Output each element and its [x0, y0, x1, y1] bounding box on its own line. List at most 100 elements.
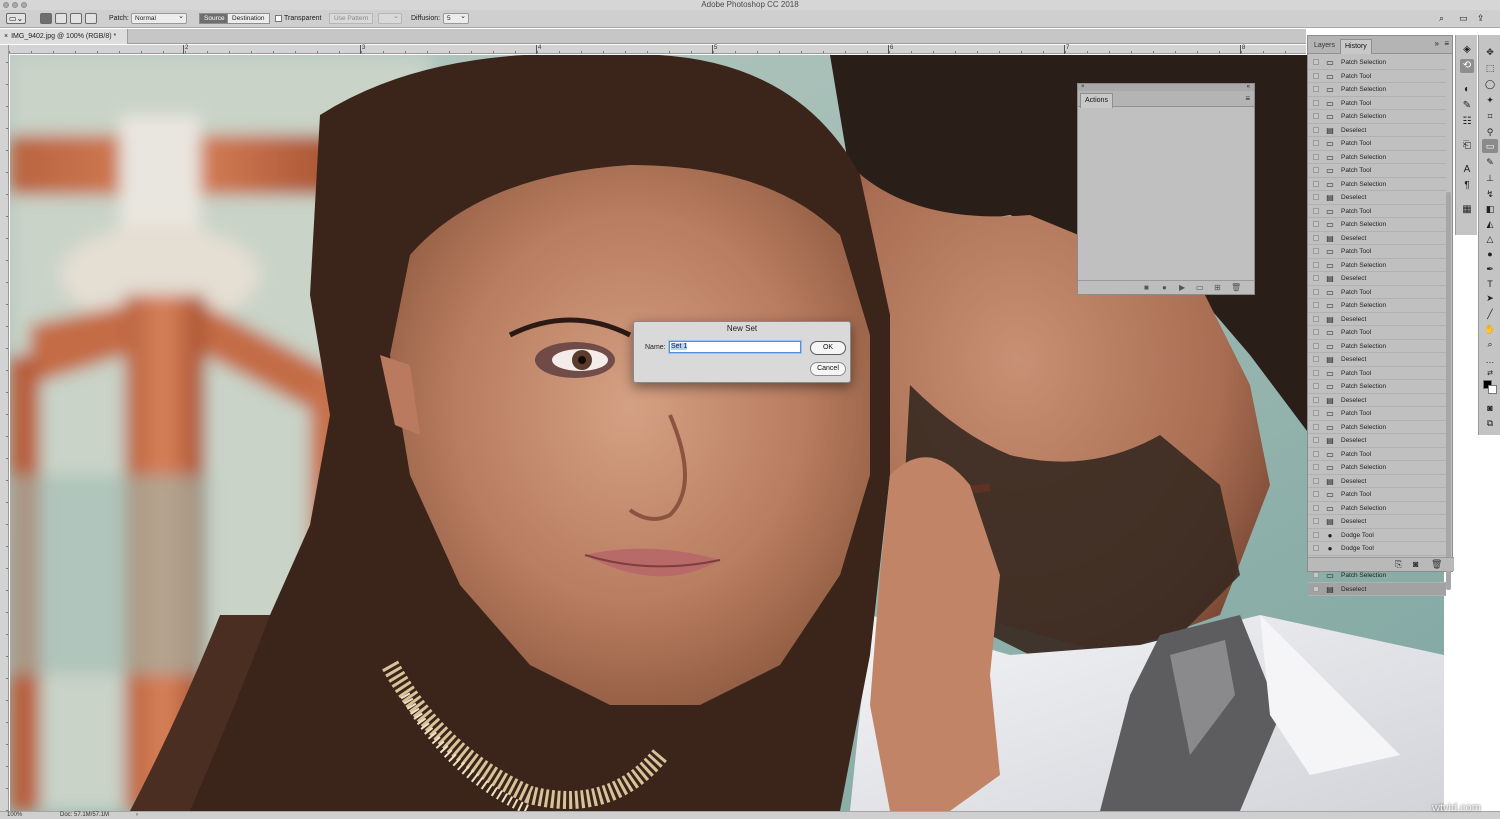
- source-button[interactable]: Source: [199, 13, 230, 24]
- actions-panel-titlebar[interactable]: × «: [1078, 84, 1254, 91]
- history-brush-source-checkbox[interactable]: [1313, 72, 1319, 79]
- ok-button[interactable]: OK: [810, 341, 846, 355]
- history-brush-source-checkbox[interactable]: [1313, 383, 1319, 389]
- history-state[interactable]: ▭ Patch Selection: [1308, 502, 1446, 515]
- history-state[interactable]: ▤ Deselect: [1308, 191, 1446, 205]
- close-panel-icon[interactable]: ×: [1081, 84, 1085, 90]
- history-state[interactable]: ▭ Patch Selection: [1308, 340, 1446, 353]
- history-state[interactable]: ▭ Patch Tool: [1308, 164, 1446, 178]
- history-brush-source-checkbox[interactable]: [1313, 423, 1319, 430]
- history-brush-source-checkbox[interactable]: [1313, 113, 1319, 119]
- tab-history[interactable]: History: [1340, 39, 1372, 54]
- history-state[interactable]: ▭ Patch Selection: [1308, 151, 1446, 164]
- history-brush-source-checkbox[interactable]: [1313, 234, 1319, 241]
- history-state[interactable]: ▭ Patch Tool: [1308, 407, 1446, 421]
- trash-icon[interactable]: 🗑: [1431, 559, 1442, 570]
- history-brush-source-checkbox[interactable]: [1313, 518, 1319, 524]
- history-brush-source-checkbox[interactable]: [1313, 464, 1319, 470]
- zoom-level[interactable]: 100%: [7, 812, 22, 819]
- history-state[interactable]: ▤ Deselect: [1308, 124, 1446, 137]
- history-brush-source-checkbox[interactable]: [1313, 504, 1319, 511]
- new-document-from-state-icon[interactable]: ⎘: [1395, 559, 1402, 570]
- history-brush-source-checkbox[interactable]: [1313, 410, 1319, 416]
- history-brush-source-checkbox[interactable]: [1313, 369, 1319, 376]
- screen-mode-icon[interactable]: ⧉: [1482, 416, 1498, 430]
- history-state[interactable]: ▭ Patch Selection: [1308, 380, 1446, 394]
- history-brush-source-checkbox[interactable]: [1313, 248, 1319, 254]
- brush-panel-icon[interactable]: ✎: [1460, 99, 1474, 113]
- dodge-tool-icon[interactable]: ●: [1482, 247, 1498, 261]
- play-icon[interactable]: ▶: [1179, 282, 1185, 293]
- history-state[interactable]: ▤ Deselect: [1308, 272, 1446, 286]
- swap-colors-icon[interactable]: ⇄: [1482, 367, 1498, 381]
- stop-icon[interactable]: ■: [1144, 282, 1149, 293]
- history-brush-tool-icon[interactable]: ↯: [1482, 187, 1498, 201]
- history-state[interactable]: ▤ Deselect: [1308, 232, 1446, 245]
- use-pattern-button[interactable]: Use Pattern: [329, 13, 374, 24]
- paint-bucket-tool-icon[interactable]: ◭: [1482, 217, 1498, 231]
- record-icon[interactable]: ●: [1162, 282, 1167, 293]
- destination-button[interactable]: Destination: [227, 13, 270, 24]
- collapse-panel-icon[interactable]: «: [1247, 84, 1250, 90]
- paragraph-icon[interactable]: ¶: [1460, 179, 1474, 193]
- tab-layers[interactable]: Layers: [1310, 39, 1339, 54]
- history-brush-source-checkbox[interactable]: [1313, 396, 1319, 403]
- history-state[interactable]: ▭ Patch Selection: [1308, 259, 1446, 272]
- type-tool-icon[interactable]: T: [1482, 277, 1498, 291]
- subtract-from-selection-icon[interactable]: [70, 13, 82, 24]
- history-state[interactable]: ▭ Patch Tool: [1308, 97, 1446, 110]
- history-brush-source-checkbox[interactable]: [1313, 194, 1319, 200]
- history-state[interactable]: ● Dodge Tool: [1308, 542, 1446, 556]
- history-brush-source-checkbox[interactable]: [1313, 342, 1319, 349]
- clone-source-icon[interactable]: ⎗: [1460, 139, 1474, 153]
- vertical-ruler[interactable]: [0, 45, 9, 811]
- transparent-checkbox[interactable]: [275, 15, 282, 22]
- document-tab[interactable]: × IMG_9402.jpg @ 100% (RGB/8) *: [0, 29, 128, 44]
- history-brush-source-checkbox[interactable]: [1313, 302, 1319, 308]
- horizontal-ruler[interactable]: 2 3 4 5 6 7 8: [9, 45, 1306, 54]
- camera-icon[interactable]: ◙: [1413, 559, 1418, 570]
- workspace-icon[interactable]: ▭: [1459, 13, 1468, 24]
- history-state[interactable]: ▭ Patch Tool: [1308, 245, 1446, 259]
- history-brush-source-checkbox[interactable]: [1313, 531, 1319, 538]
- eraser-tool-icon[interactable]: ◧: [1482, 202, 1498, 216]
- history-brush-source-checkbox[interactable]: [1313, 275, 1319, 281]
- history-brush-source-checkbox[interactable]: [1313, 207, 1319, 214]
- history-state[interactable]: ▤ Deselect: [1308, 394, 1446, 407]
- history-state[interactable]: ▭ Patch Tool: [1308, 367, 1446, 380]
- clone-stamp-tool-icon[interactable]: ⊥: [1482, 171, 1498, 185]
- history-state[interactable]: ▤ Deselect: [1308, 515, 1446, 529]
- history-brush-source-checkbox[interactable]: [1313, 288, 1319, 295]
- zoom-tool-icon[interactable]: ⌕: [1482, 337, 1498, 351]
- history-state[interactable]: ▭ Patch Tool: [1308, 137, 1446, 151]
- history-brush-source-checkbox[interactable]: [1313, 59, 1319, 65]
- tab-actions[interactable]: Actions: [1080, 93, 1113, 108]
- diffusion-select[interactable]: 5: [443, 12, 469, 24]
- history-state[interactable]: ▭ Patch Selection: [1308, 569, 1446, 583]
- quick-mask-icon[interactable]: ◙: [1482, 401, 1498, 415]
- blur-tool-icon[interactable]: △: [1482, 232, 1498, 246]
- more-tools-icon[interactable]: …: [1482, 353, 1498, 367]
- history-brush-source-checkbox[interactable]: [1313, 450, 1319, 457]
- history-state[interactable]: ▭ Patch Tool: [1308, 70, 1446, 83]
- search-icon[interactable]: ⌕: [1439, 13, 1444, 24]
- status-menu-icon[interactable]: ›: [136, 812, 138, 819]
- pattern-picker[interactable]: [378, 12, 402, 24]
- close-tab-icon[interactable]: ×: [4, 33, 8, 40]
- history-brush-source-checkbox[interactable]: [1313, 167, 1319, 173]
- cancel-button[interactable]: Cancel: [810, 362, 846, 376]
- patch-tool-icon[interactable]: ▭: [1482, 139, 1498, 153]
- pen-tool-icon[interactable]: ✒: [1482, 262, 1498, 276]
- character-icon[interactable]: A: [1460, 163, 1474, 177]
- history-state[interactable]: ▭ Patch Tool: [1308, 488, 1446, 502]
- history-state[interactable]: ● Dodge Tool: [1308, 529, 1446, 542]
- history-brush-source-checkbox[interactable]: [1313, 545, 1319, 551]
- history-state[interactable]: ▭ Patch Selection: [1308, 83, 1446, 97]
- history-brush-source-checkbox[interactable]: [1313, 153, 1319, 160]
- tool-preset-picker[interactable]: ▭⌄: [6, 13, 26, 24]
- history-brush-source-checkbox[interactable]: [1313, 477, 1319, 484]
- history-brush-source-checkbox[interactable]: [1313, 329, 1319, 335]
- layers-icon[interactable]: ◈: [1460, 43, 1474, 57]
- quick-selection-tool-icon[interactable]: ✦: [1482, 93, 1498, 107]
- background-color-swatch[interactable]: [1488, 385, 1497, 394]
